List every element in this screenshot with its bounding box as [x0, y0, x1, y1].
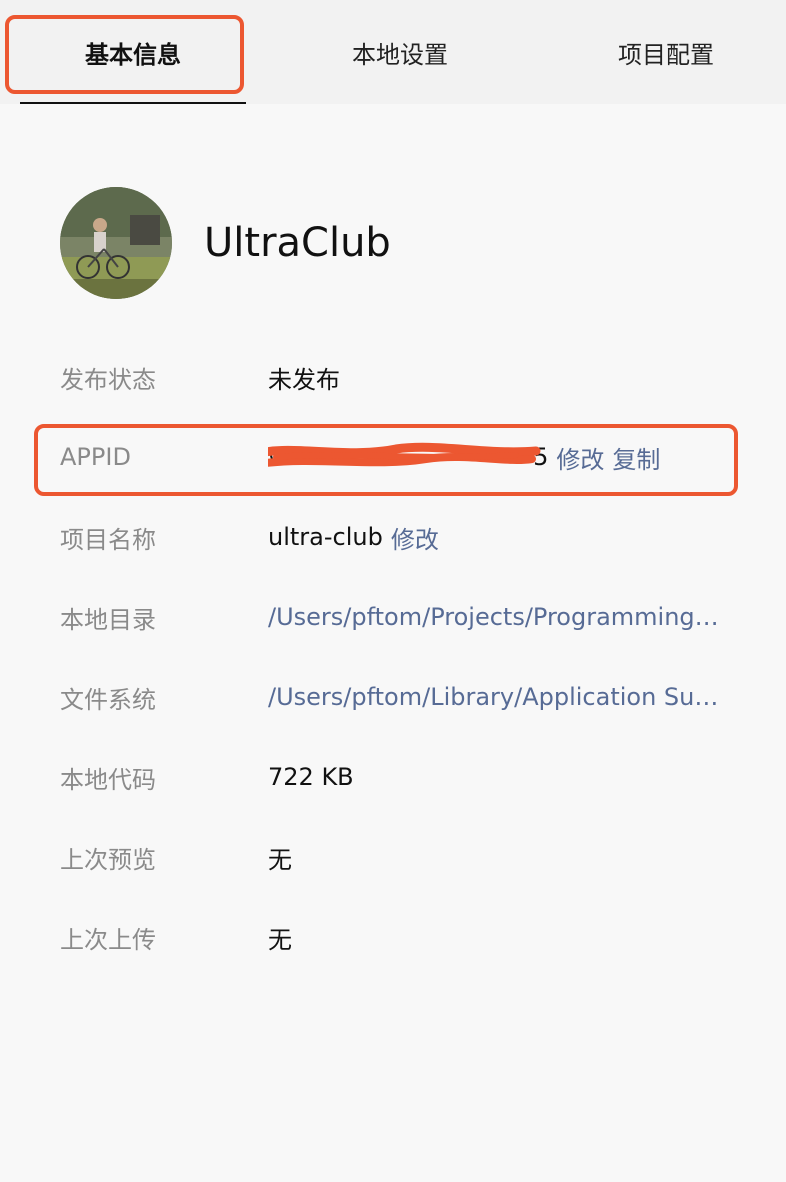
local-code-value: 722 KB [268, 763, 354, 791]
file-system-link[interactable]: /Users/pftom/Library/Application Sup… [268, 683, 732, 711]
row-appid: APPID wx 5 修改 复制 [60, 437, 740, 477]
last-upload-label: 上次上传 [60, 925, 156, 954]
redaction-scribble [268, 442, 541, 467]
local-dir-link[interactable]: /Users/pftom/Projects/ProgrammingL… [268, 603, 732, 631]
project-name-edit-link[interactable]: 修改 [391, 520, 439, 555]
avatar-image [60, 187, 172, 299]
row-publish-status: 发布状态 未发布 [60, 357, 740, 397]
active-tab-indicator [20, 102, 246, 104]
row-project-name: 项目名称 ultra-club 修改 [60, 517, 740, 557]
tab-local-settings[interactable]: 本地设置 [287, 0, 513, 104]
local-code-label: 本地代码 [60, 765, 156, 794]
last-upload-value: 无 [268, 925, 292, 954]
publish-status-value: 未发布 [268, 365, 340, 394]
appid-value: wx 5 [268, 442, 548, 471]
row-local-code: 本地代码 722 KB [60, 757, 740, 797]
tab-basic-info[interactable]: 基本信息 [20, 0, 246, 104]
tab-bar: 基本信息 本地设置 项目配置 [0, 0, 786, 104]
row-local-dir: 本地目录 /Users/pftom/Projects/ProgrammingL… [60, 597, 740, 637]
row-file-system: 文件系统 /Users/pftom/Library/Application Su… [60, 677, 740, 717]
tab-project-config[interactable]: 项目配置 [553, 0, 779, 104]
last-preview-label: 上次预览 [60, 845, 156, 874]
file-system-label: 文件系统 [60, 685, 156, 714]
project-name-value-group: ultra-club 修改 [268, 520, 439, 555]
app-name: UltraClub [204, 220, 391, 266]
appid-label: APPID [60, 443, 131, 471]
publish-status-label: 发布状态 [60, 365, 156, 394]
row-last-upload: 上次上传 无 [60, 917, 740, 957]
project-name-value: ultra-club [268, 523, 383, 551]
appid-copy-link[interactable]: 复制 [612, 440, 660, 475]
last-preview-value: 无 [268, 845, 292, 874]
local-dir-label: 本地目录 [60, 605, 156, 634]
row-last-preview: 上次预览 无 [60, 837, 740, 877]
appid-value-group: wx 5 修改 复制 [268, 440, 660, 475]
project-name-label: 项目名称 [60, 525, 156, 554]
avatar [60, 187, 172, 299]
appid-edit-link[interactable]: 修改 [556, 440, 604, 475]
